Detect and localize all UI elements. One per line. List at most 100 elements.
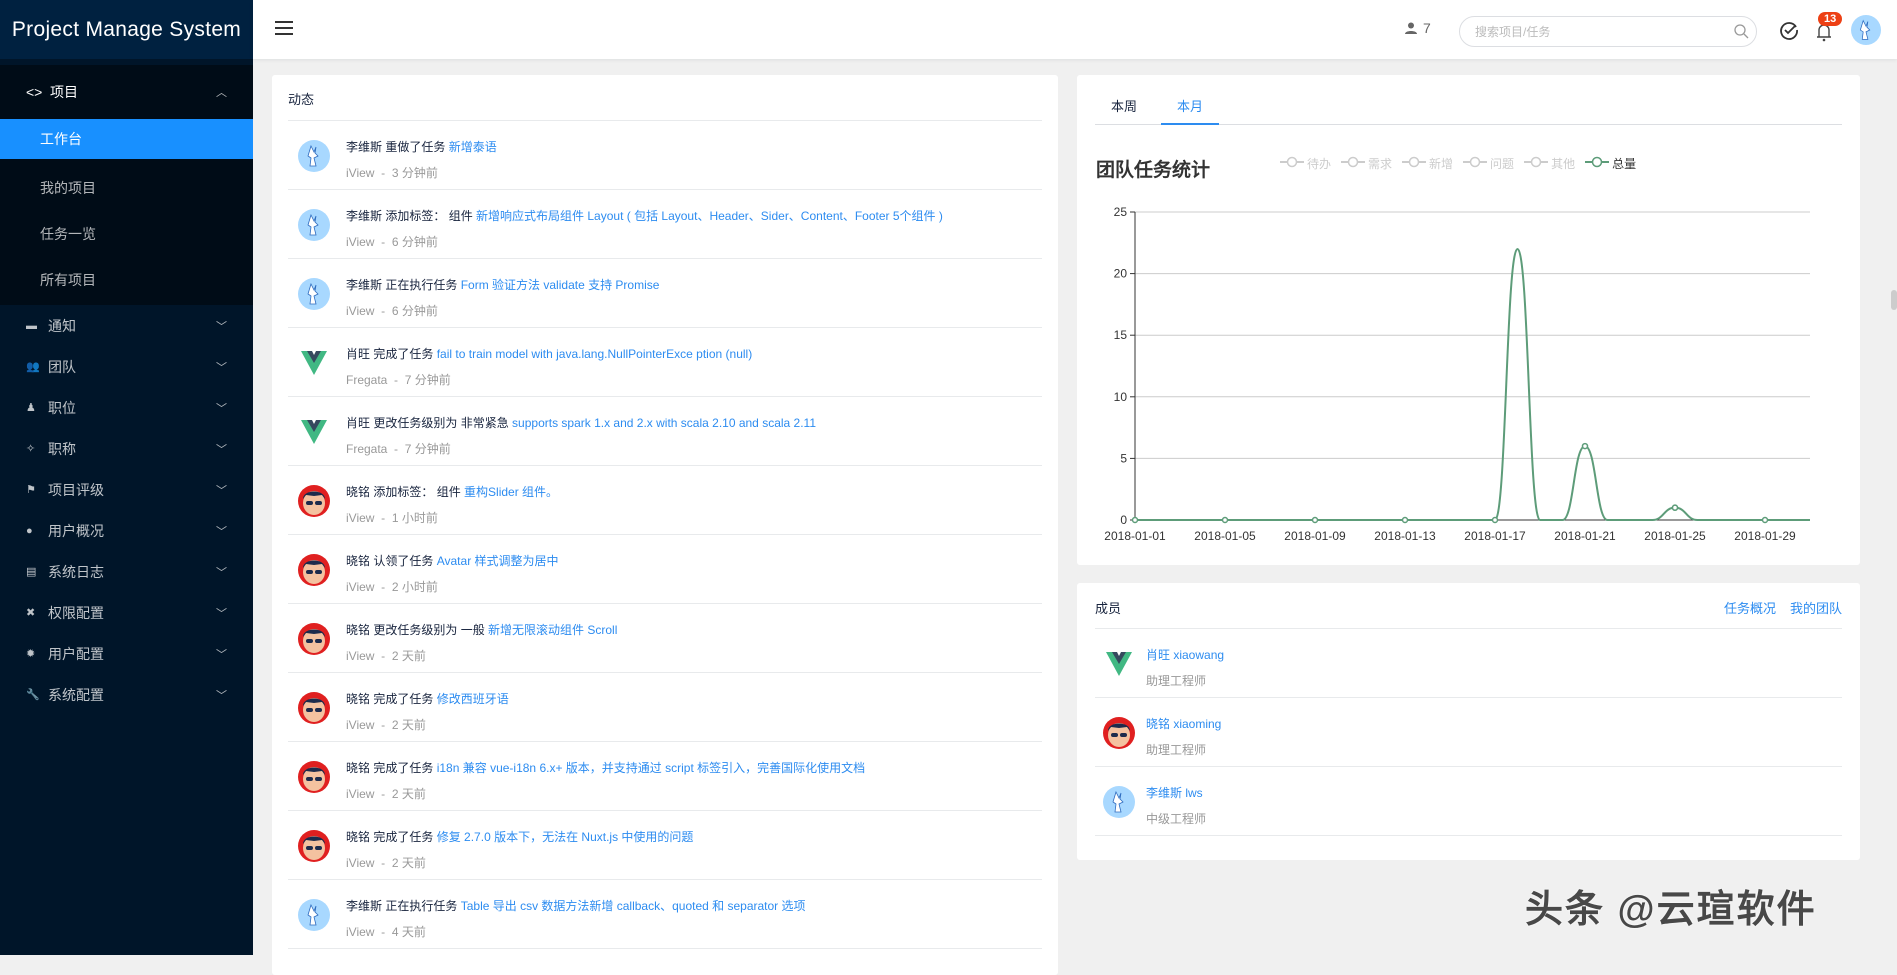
activity-time: 6 分钟前 — [391, 304, 438, 318]
members-card: 成员 任务概况 我的团队 肖旺 xiaowang 助理工程师 晓铭 xiaoming… — [1077, 583, 1860, 860]
chevron-down-icon: ﹀ — [216, 320, 227, 333]
chevron-down-icon: ﹀ — [216, 443, 227, 456]
activity-list: 李维斯 重做了任务 新增泰语 iView - 3 分钟前 李维斯 添加标签： 组件 … — [288, 121, 1042, 949]
legend-item[interactable]: 总量 — [1585, 155, 1636, 172]
activity-target-link[interactable]: supports spark 1.x and 2.x with scala 2.… — [512, 416, 816, 430]
x-tick-label: 2018-01-01 — [1104, 529, 1166, 543]
separator: - — [374, 787, 392, 801]
legend-item[interactable]: 需求 — [1341, 155, 1392, 172]
user-avatar[interactable] — [1851, 15, 1881, 45]
legend-item[interactable]: 待办 — [1280, 155, 1331, 172]
legend-item[interactable]: 其他 — [1524, 155, 1575, 172]
separator: - — [374, 166, 392, 180]
activity-target-link[interactable]: 修复 2.7.0 版本下，无法在 Nuxt.js 中使用的问题 — [437, 830, 694, 844]
data-point — [1761, 516, 1769, 524]
separator: - — [374, 856, 392, 870]
activity-item: 李维斯 添加标签： 组件 新增响应式布局组件 Layout ( 包括 Layou… — [288, 190, 1042, 259]
sidebar-item[interactable]: 🔧 系统配置 ﹀ — [0, 674, 253, 715]
activity-text: 晓铭 完成了任务 i18n 兼容 vue-i18n 6.x+ 版本，并支持通过 … — [346, 759, 865, 776]
sidebar-item[interactable]: ✧ 职称 ﹀ — [0, 428, 253, 469]
menu-toggle-icon[interactable] — [275, 21, 293, 35]
x-tick-label: 2018-01-13 — [1374, 529, 1436, 543]
mail-icon: ▬ — [26, 319, 37, 332]
sidebar-menu: ▬ 通知 ﹀ 👥 团队 ﹀ ♟ 职位 ﹀ ✧ 职称 ﹀ ⚑ 项目评级 ﹀ ● 用户概况 ﹀ ▤ 系统日志 ﹀ ✖ 权限配置 ﹀… — [0, 305, 253, 715]
search-icon[interactable] — [1733, 23, 1749, 39]
activity-user: 晓铭 — [346, 692, 371, 706]
avatar — [298, 761, 330, 793]
activity-target-link[interactable]: 新增响应式布局组件 Layout ( 包括 Layout、Header、Side… — [476, 209, 943, 223]
activity-action: 完成了任务 — [373, 761, 434, 775]
separator: - — [374, 511, 392, 525]
log-icon: ▤ — [26, 566, 37, 578]
sidebar-item[interactable]: ● 用户概况 ﹀ — [0, 510, 253, 551]
task-line-chart: 0 5 10 15 20 25 2018-01-01 2018-01-05 2018-01-09… — [1104, 205, 1810, 543]
activity-meta: iView - 1 小时前 — [346, 509, 438, 526]
task-stats-card: 本周 本月 团队任务统计 待办 需求 新增 问题 其他 总量 0 5 10 15 20 25 2018-… — [1077, 75, 1860, 565]
activity-target-link[interactable]: Table 导出 csv 数据方法新增 callback、quoted 和 se… — [461, 899, 806, 913]
sidebar-subitem[interactable]: 任务一览 — [0, 211, 253, 257]
activity-user: 李维斯 — [346, 209, 383, 223]
activity-target-link[interactable]: 新增无限滚动组件 Scroll — [488, 623, 617, 637]
activity-text: 晓铭 完成了任务 修复 2.7.0 版本下，无法在 Nuxt.js 中使用的问题 — [346, 828, 693, 845]
top-header: 7 13 — [253, 0, 1897, 59]
activity-user: 晓铭 — [346, 485, 371, 499]
member-item: 李维斯 lws 中级工程师 — [1095, 767, 1842, 836]
member-name-link[interactable]: 李维斯 lws — [1146, 786, 1203, 800]
activity-target-link[interactable]: i18n 兼容 vue-i18n 6.x+ 版本，并支持通过 script 标签… — [437, 761, 865, 775]
member-name-link[interactable]: 肖旺 xiaowang — [1146, 648, 1224, 662]
sidebar-subitem[interactable]: 工作台 — [0, 119, 253, 159]
sidebar-group-project[interactable]: <> 项目 ︿ — [0, 65, 253, 119]
member-list: 肖旺 xiaowang 助理工程师 晓铭 xiaoming 助理工程师 李维斯 lws 中… — [1095, 629, 1842, 836]
tab-period[interactable]: 本周 — [1095, 97, 1153, 125]
sidebar-item[interactable]: ⚑ 项目评级 ﹀ — [0, 469, 253, 510]
scrollbar[interactable] — [1891, 290, 1897, 310]
members-title: 成员 — [1095, 601, 1122, 616]
member-name-link[interactable]: 晓铭 xiaoming — [1146, 717, 1221, 731]
activity-action: 完成了任务 — [373, 830, 434, 844]
legend-item[interactable]: 问题 — [1463, 155, 1514, 172]
sidebar-item[interactable]: ▬ 通知 ﹀ — [0, 305, 253, 346]
activity-title: 动态 — [288, 75, 1042, 121]
chevron-down-icon: ﹀ — [216, 484, 227, 497]
activity-user: 李维斯 — [346, 278, 383, 292]
activity-action: 完成了任务 — [373, 347, 434, 361]
avatar — [1103, 648, 1135, 680]
task-overview-link[interactable]: 任务概况 — [1724, 598, 1776, 617]
my-team-link[interactable]: 我的团队 — [1790, 598, 1842, 617]
activity-source: iView — [346, 856, 375, 870]
x-tick-label: 2018-01-21 — [1554, 529, 1616, 543]
activity-card: 动态 李维斯 重做了任务 新增泰语 iView - 3 分钟前 李维斯 添加标签： … — [272, 75, 1058, 975]
tab-period[interactable]: 本月 — [1161, 97, 1220, 125]
member-role: 助理工程师 — [1146, 674, 1207, 688]
sidebar-item[interactable]: ✖ 权限配置 ﹀ — [0, 592, 253, 633]
legend-item[interactable]: 新增 — [1402, 155, 1453, 172]
activity-target-link[interactable]: Avatar 样式调整为居中 — [437, 554, 559, 568]
activity-text: 李维斯 正在执行任务 Table 导出 csv 数据方法新增 callback、… — [346, 897, 806, 914]
sidebar-item[interactable]: ✹ 用户配置 ﹀ — [0, 633, 253, 674]
activity-item: 晓铭 更改任务级别为 一般 新增无限滚动组件 Scroll iView - 2 天… — [288, 604, 1042, 673]
activity-target-link[interactable]: 重构Slider 组件。 — [464, 485, 558, 499]
activity-target-link[interactable]: fail to train model with java.lang.NullP… — [437, 347, 753, 361]
app-title: Project Manage System — [0, 0, 253, 59]
sidebar-subitem[interactable]: 我的项目 — [0, 165, 253, 211]
sidebar-subitem[interactable]: 所有项目 — [0, 257, 253, 303]
avatar — [298, 692, 330, 724]
check-circle-icon[interactable] — [1779, 20, 1799, 40]
activity-user: 晓铭 — [346, 761, 371, 775]
flag-icon: ⚑ — [26, 484, 36, 496]
data-point — [1311, 516, 1319, 524]
online-users[interactable]: 7 — [1405, 20, 1431, 36]
activity-target-link[interactable]: 新增泰语 — [449, 140, 497, 154]
search-input[interactable] — [1459, 16, 1757, 47]
activity-action: 更改任务级别为 非常紧急 — [373, 416, 509, 430]
sidebar-item[interactable]: 👥 团队 ﹀ — [0, 346, 253, 387]
legend-label: 需求 — [1368, 157, 1393, 171]
sidebar-item[interactable]: ▤ 系统日志 ﹀ — [0, 551, 253, 592]
activity-item: 晓铭 完成了任务 修复 2.7.0 版本下，无法在 Nuxt.js 中使用的问题… — [288, 811, 1042, 880]
activity-action: 重做了任务 — [385, 140, 446, 154]
sidebar-item[interactable]: ♟ 职位 ﹀ — [0, 387, 253, 428]
member-role: 助理工程师 — [1146, 743, 1207, 757]
activity-target-link[interactable]: 修改西班牙语 — [437, 692, 509, 706]
activity-target-link[interactable]: Form 验证方法 validate 支持 Promise — [461, 278, 660, 292]
activity-time: 4 天前 — [391, 925, 426, 939]
